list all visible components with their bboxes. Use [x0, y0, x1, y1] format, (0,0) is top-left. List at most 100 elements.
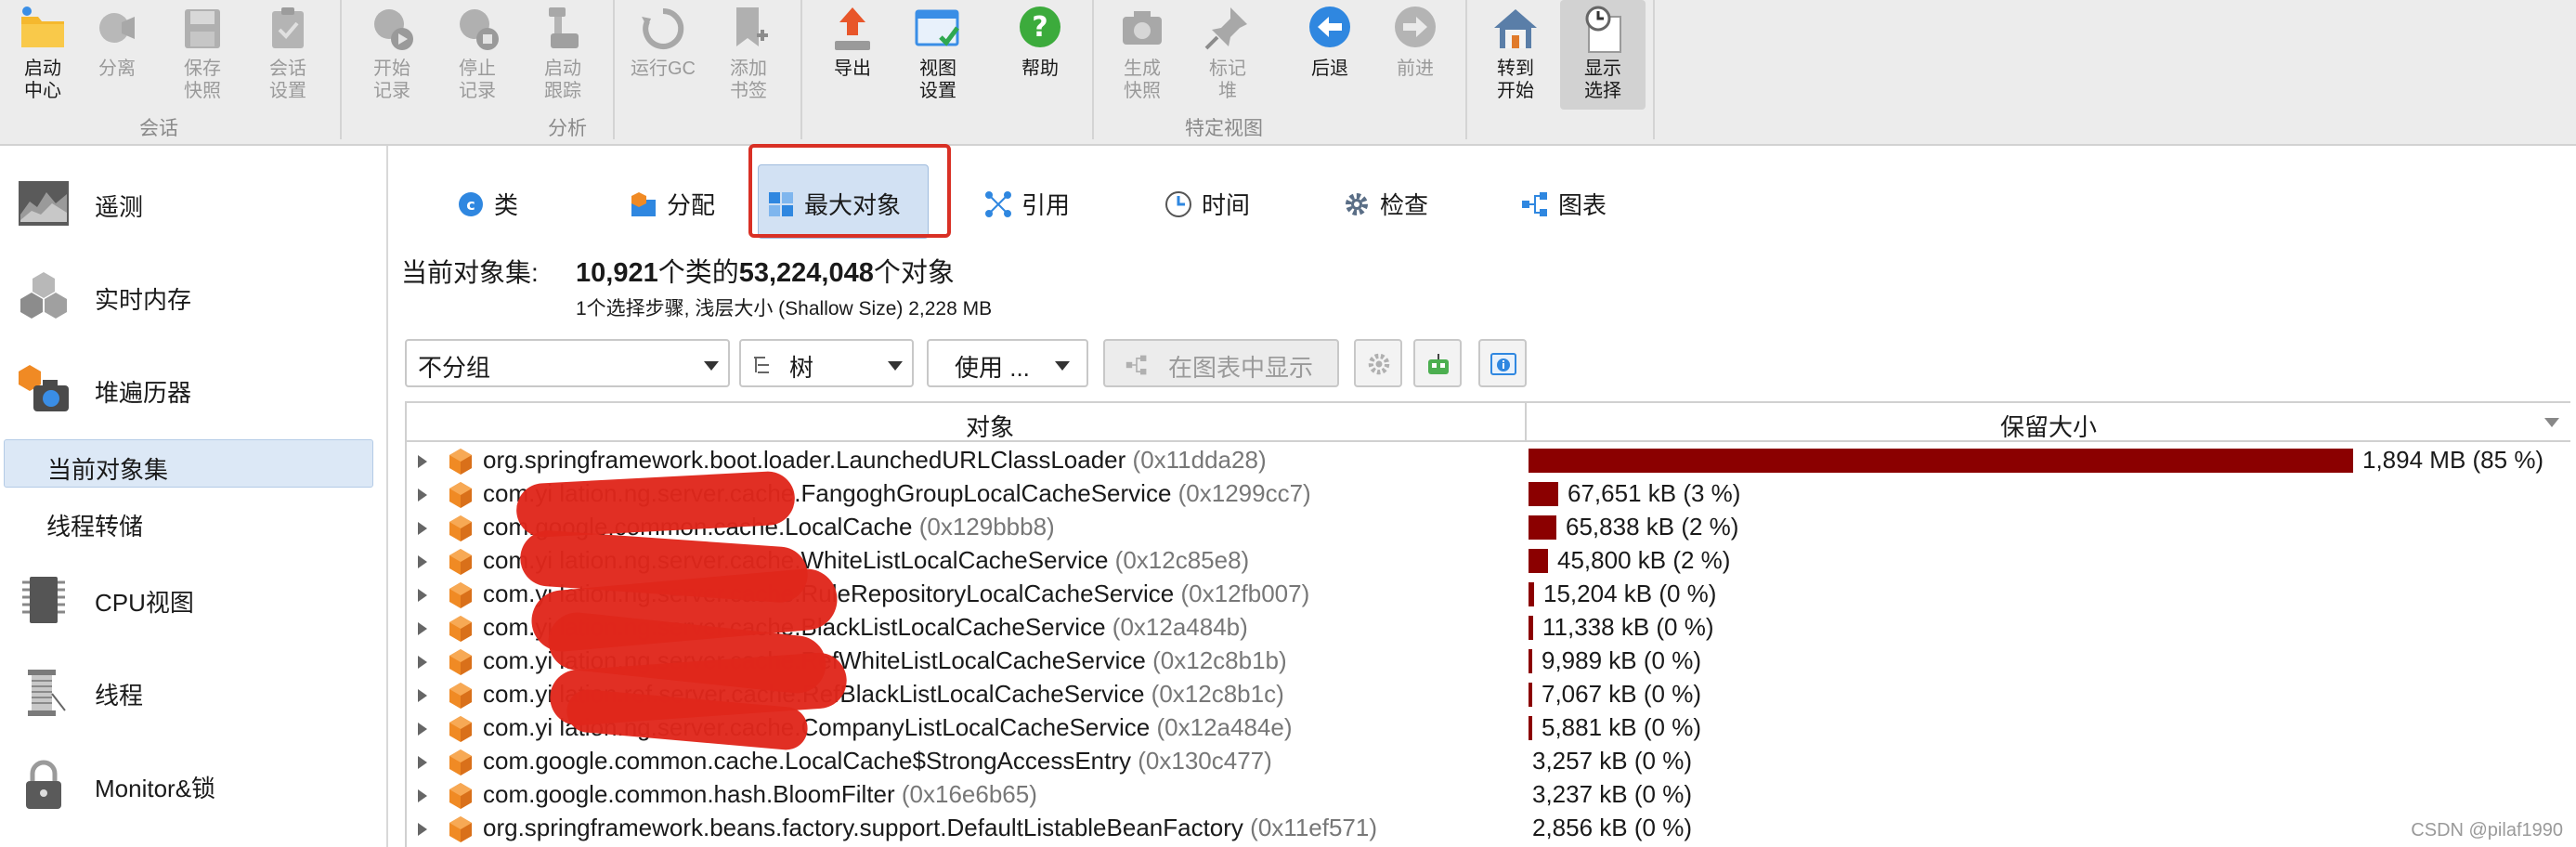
export-icon: [835, 7, 870, 50]
use-dropdown[interactable]: 使用 ...: [927, 339, 1088, 387]
object-instance-icon: [449, 649, 472, 675]
tab-time[interactable]: 时间: [1155, 164, 1285, 239]
retained-size-bar: [1529, 515, 1556, 540]
class-icon: c: [459, 192, 483, 216]
expand-arrow-icon[interactable]: [418, 689, 427, 702]
svg-text:?: ?: [1032, 11, 1047, 44]
object-count: 53,224,048: [738, 258, 874, 288]
start-recording-button[interactable]: 开始 记录: [349, 0, 435, 110]
expand-arrow-icon[interactable]: [418, 522, 427, 535]
session-settings-icon: [272, 7, 304, 48]
summary-text-2: 个对象: [873, 258, 955, 288]
detach-button[interactable]: 分离: [74, 0, 160, 110]
expand-arrow-icon[interactable]: [418, 622, 427, 635]
sort-desc-icon[interactable]: [2544, 418, 2559, 427]
back-icon: [1309, 7, 1350, 47]
analyze-button[interactable]: [1413, 339, 1462, 387]
sidebar-item-telemetry[interactable]: 遥测: [0, 164, 388, 239]
retained-size-value: 1,894 MB (85 %): [2362, 446, 2544, 474]
expand-arrow-icon[interactable]: [418, 589, 427, 602]
tab-allocations[interactable]: 分配: [620, 164, 750, 239]
start-tracking-button[interactable]: 启动 跟踪: [520, 0, 605, 110]
retained-size-bar: [1529, 582, 1534, 606]
table-header: 对象 保留大小: [407, 403, 2570, 442]
info-button[interactable]: [1478, 339, 1527, 387]
sidebar-item-thread-dumps[interactable]: 线程转储: [4, 497, 373, 545]
tab-references[interactable]: 引用: [975, 164, 1105, 239]
svg-text:c: c: [466, 196, 475, 214]
object-set-label: 当前对象集:: [401, 258, 539, 287]
start-center-button[interactable]: 启动 中心: [0, 0, 85, 110]
sidebar-item-current-object-set[interactable]: 当前对象集: [4, 439, 373, 488]
table-row[interactable]: org.springframework.boot.loader.Launched…: [407, 444, 2570, 477]
expand-arrow-icon[interactable]: [418, 455, 427, 468]
mark-heap-button[interactable]: 标记 堆: [1185, 0, 1270, 110]
go-to-start-button[interactable]: 转到 开始: [1473, 0, 1558, 110]
object-instance-icon: [449, 549, 472, 575]
stop-recording-button[interactable]: 停止 记录: [435, 0, 520, 110]
time-icon: [1165, 191, 1191, 217]
object-id: (0x130c477): [1138, 747, 1272, 775]
save-snapshot-icon: [185, 9, 220, 48]
view-settings-button[interactable]: 视图 设置: [895, 0, 981, 110]
grouping-select[interactable]: 不分组: [405, 339, 730, 387]
object-id: (0x1299cc7): [1177, 479, 1311, 507]
run-gc-button[interactable]: 运行GC: [620, 0, 706, 110]
group-separator: [340, 0, 342, 139]
group-separator: [1465, 0, 1467, 139]
save-snapshot-button[interactable]: 保存 快照: [160, 0, 245, 110]
object-instance-icon: [449, 716, 472, 742]
expand-arrow-icon[interactable]: [418, 555, 427, 568]
tab-classes[interactable]: c 类: [448, 164, 559, 239]
show-in-graph-button[interactable]: 在图表中显示: [1103, 339, 1339, 387]
expand-arrow-icon[interactable]: [418, 789, 427, 802]
object-instance-icon: [449, 449, 472, 475]
expand-arrow-icon[interactable]: [418, 723, 427, 736]
back-button[interactable]: 后退: [1287, 0, 1373, 110]
group-label-view-specific: 特定视图: [1185, 118, 1263, 139]
tab-graph[interactable]: 图表: [1512, 164, 1642, 239]
stop-recording-icon: [460, 9, 499, 50]
expand-arrow-icon[interactable]: [418, 756, 427, 769]
help-button[interactable]: ? 帮助: [997, 0, 1083, 110]
threads-icon: [28, 670, 66, 716]
column-divider[interactable]: [1525, 403, 1527, 442]
start-center-icon: [21, 7, 64, 47]
table-row[interactable]: com.google.common.cache.LocalCache$Stron…: [407, 745, 2570, 778]
sidebar-item-threads[interactable]: 线程: [0, 653, 388, 727]
expand-arrow-icon[interactable]: [418, 489, 427, 502]
inspections-settings-button[interactable]: [1354, 339, 1402, 387]
add-bookmark-button[interactable]: 添加 书签: [706, 0, 791, 110]
export-button[interactable]: 导出: [810, 0, 895, 110]
forward-button[interactable]: 前进: [1373, 0, 1458, 110]
object-id: (0x16e6b65): [901, 780, 1037, 808]
references-icon: [985, 191, 1011, 217]
sidebar-item-live-memory[interactable]: 实时内存: [0, 257, 388, 332]
watermark: CSDN @pilaf1990: [2411, 820, 2563, 840]
retained-size-value: 3,257 kB (0 %): [1532, 747, 1692, 775]
start-tracking-icon: [549, 7, 579, 48]
object-instance-icon: [449, 582, 472, 608]
table-row[interactable]: org.springframework.beans.factory.suppor…: [407, 812, 2570, 845]
view-mode-select[interactable]: 树: [739, 339, 914, 387]
object-name: org.springframework.boot.loader.Launched…: [483, 446, 1267, 475]
group-label-analysis: 分析: [548, 118, 587, 139]
sidebar-item-heap-walker[interactable]: 堆遍历器: [0, 350, 388, 424]
tab-inspections[interactable]: 检查: [1334, 164, 1464, 239]
create-snapshot-button[interactable]: 生成 快照: [1099, 0, 1185, 110]
class-count: 10,921: [576, 258, 658, 288]
expand-arrow-icon[interactable]: [418, 656, 427, 669]
retained-size-value: 11,338 kB (0 %): [1542, 613, 1714, 641]
table-row[interactable]: com.google.common.hash.BloomFilter (0x16…: [407, 778, 2570, 812]
toolbar: 启动 中心 分离 保存 快照 会话 设置 会话 开始 记录 停止 记录 启动 跟…: [0, 0, 2576, 146]
sidebar-item-monitors-locks[interactable]: Monitor&锁: [0, 746, 388, 820]
column-header-retained-size[interactable]: 保留大小: [2000, 409, 2097, 443]
retained-size-bar: [1529, 549, 1548, 573]
info-icon: [1490, 353, 1516, 375]
class-name: com.google.common.cache.LocalCache$Stron…: [483, 747, 1132, 775]
expand-arrow-icon[interactable]: [418, 823, 427, 836]
session-settings-button[interactable]: 会话 设置: [245, 0, 331, 110]
sidebar-item-cpu-views[interactable]: CPU视图: [0, 560, 388, 634]
show-selection-button[interactable]: 显示 选择: [1560, 0, 1646, 110]
column-header-object[interactable]: 对象: [966, 409, 1014, 443]
